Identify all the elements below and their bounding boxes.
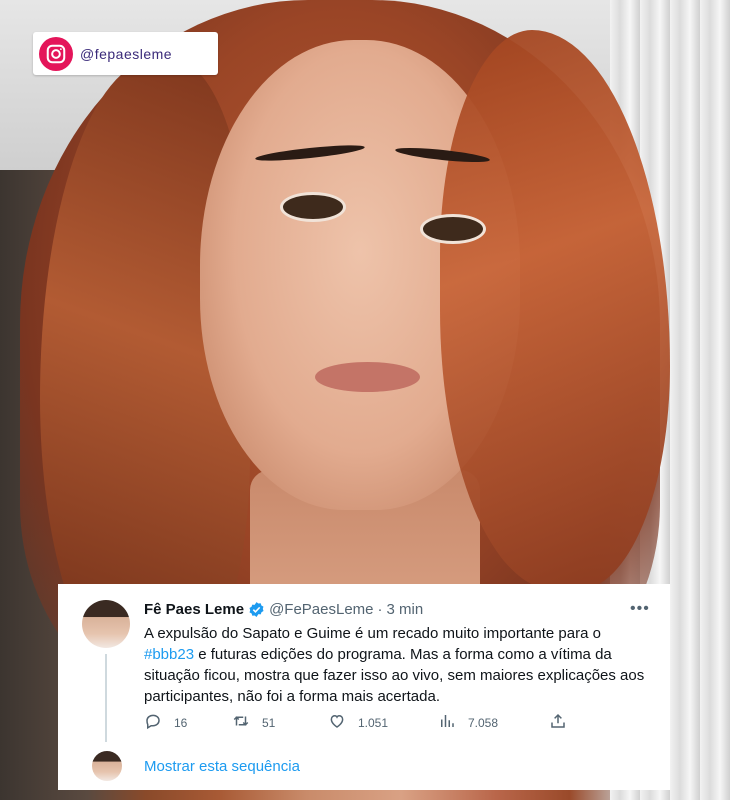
thread-connector-line	[105, 654, 107, 742]
share-button[interactable]	[549, 712, 567, 730]
instagram-icon	[39, 36, 73, 71]
instagram-tag: @fepaesleme	[33, 32, 218, 75]
tweet-text-part2: e futuras edições do programa. Mas a for…	[144, 646, 645, 705]
photo-mouth	[315, 362, 420, 392]
share-icon	[551, 713, 565, 728]
tweet-text-part1: A expulsão do Sapato e Guime é um recado…	[144, 625, 601, 642]
verified-badge-icon	[249, 602, 264, 617]
hashtag-link[interactable]: #bbb23	[144, 646, 194, 663]
like-count: 1.051	[358, 716, 389, 730]
author-name[interactable]: Fê Paes Leme	[144, 601, 244, 618]
views-icon	[441, 715, 454, 727]
retweet-button[interactable]: 51	[232, 712, 275, 730]
author-avatar[interactable]	[82, 600, 130, 648]
photo-left-eye	[280, 192, 346, 222]
tweet-text: A expulsão do Sapato e Guime é um recado…	[144, 623, 654, 707]
retweet-count: 51	[262, 716, 276, 730]
views-count: 7.058	[468, 716, 499, 730]
header-separator: ·	[377, 601, 383, 618]
reply-button[interactable]: 16	[144, 712, 187, 730]
instagram-handle: @fepaesleme	[80, 45, 173, 62]
tweet-header: Fê Paes Leme @FePaesLeme · 3 min	[144, 601, 423, 618]
like-button[interactable]: 1.051	[328, 712, 388, 730]
reply-count: 16	[174, 716, 188, 730]
views-button[interactable]: 7.058	[438, 712, 498, 730]
ellipsis-icon[interactable]: •••	[630, 600, 650, 618]
tweet-actions: 16 51 1.051 7.058	[144, 712, 584, 736]
heart-icon	[330, 714, 344, 728]
photo-right-eye	[420, 214, 486, 244]
thread-avatar[interactable]	[92, 751, 122, 781]
author-handle[interactable]: @FePaesLeme	[269, 601, 373, 618]
tweet-timestamp[interactable]: 3 min	[387, 601, 424, 618]
reply-icon	[146, 714, 160, 730]
show-thread-link[interactable]: Mostrar esta sequência	[144, 758, 300, 775]
tweet-card[interactable]: Fê Paes Leme @FePaesLeme · 3 min ••• A e…	[58, 584, 670, 790]
retweet-icon	[233, 716, 249, 726]
